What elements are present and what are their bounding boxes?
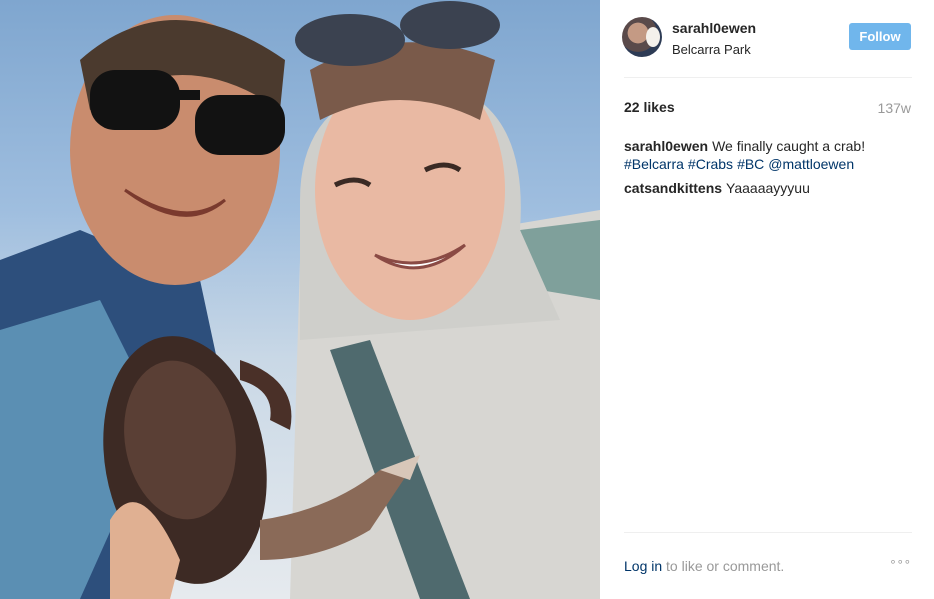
comment-prompt: Log in to like or comment. °°° bbox=[624, 557, 912, 574]
login-link[interactable]: Log in bbox=[624, 558, 662, 574]
username-link[interactable]: sarahl0ewen bbox=[672, 20, 756, 36]
more-options-icon[interactable]: °°° bbox=[890, 557, 912, 572]
comment-text: Yaaaaayyyuu bbox=[726, 180, 810, 196]
post-age[interactable]: 137w bbox=[878, 100, 911, 116]
comment-username[interactable]: catsandkittens bbox=[624, 180, 722, 196]
post-header: sarahl0ewen Belcarra Park Follow bbox=[622, 17, 912, 61]
location-link[interactable]: Belcarra Park bbox=[672, 42, 751, 57]
caption-text: We finally caught a crab! bbox=[712, 138, 866, 154]
comment-item: catsandkittens Yaaaaayyyuu bbox=[624, 179, 914, 197]
likes-count[interactable]: 22 likes bbox=[624, 99, 675, 115]
avatar[interactable] bbox=[622, 17, 662, 57]
hashtag-link[interactable]: #BC bbox=[737, 156, 764, 172]
caption: sarahl0ewen We finally caught a crab! #Be… bbox=[624, 137, 914, 173]
mention-link[interactable]: @mattloewen bbox=[768, 156, 854, 172]
hashtag-link[interactable]: #Crabs bbox=[688, 156, 733, 172]
footer-divider bbox=[624, 532, 912, 533]
hashtag-link[interactable]: #Belcarra bbox=[624, 156, 684, 172]
post-photo[interactable] bbox=[0, 0, 600, 599]
follow-button[interactable]: Follow bbox=[849, 23, 911, 50]
login-prompt-text: to like or comment. bbox=[662, 558, 785, 574]
post-details-panel: sarahl0ewen Belcarra Park Follow 22 like… bbox=[600, 0, 934, 599]
header-divider bbox=[624, 77, 912, 78]
comments-list: sarahl0ewen We finally caught a crab! #Be… bbox=[624, 137, 914, 203]
caption-username[interactable]: sarahl0ewen bbox=[624, 138, 708, 154]
